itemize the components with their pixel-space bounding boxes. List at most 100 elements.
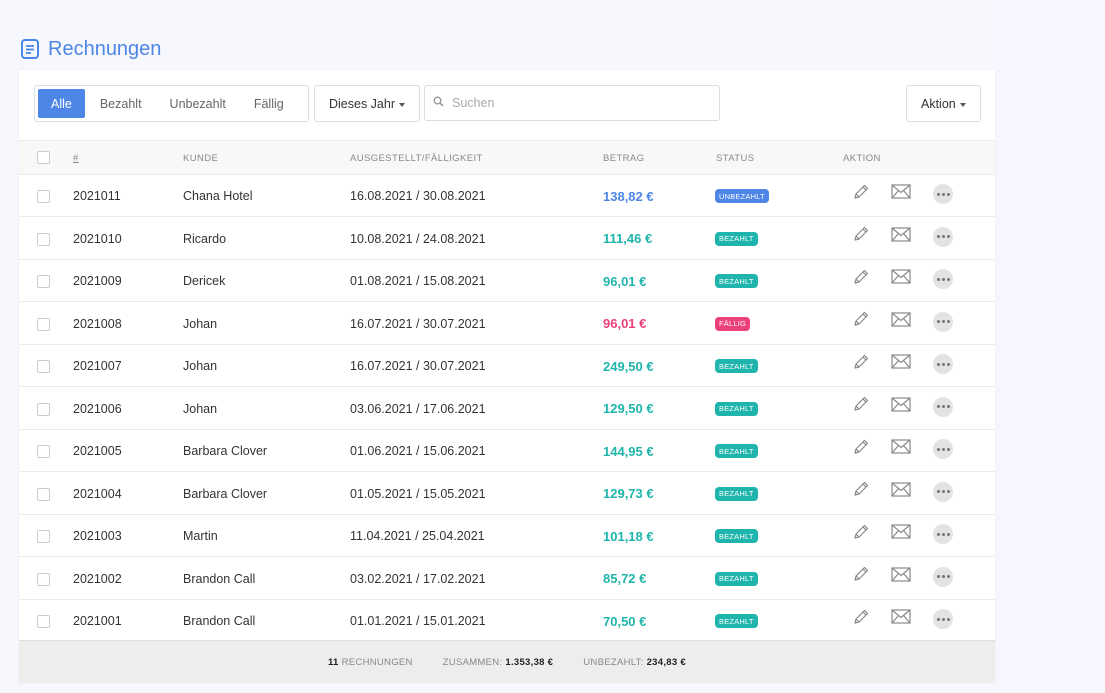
row-checkbox[interactable] bbox=[37, 360, 50, 373]
more-options-button[interactable] bbox=[932, 311, 954, 333]
invoice-number[interactable]: 2021001 bbox=[73, 600, 122, 642]
row-checkbox[interactable] bbox=[37, 232, 50, 246]
invoice-amount: 129,50 € bbox=[603, 401, 654, 416]
invoice-number[interactable]: 2021007 bbox=[73, 345, 122, 387]
search-input[interactable] bbox=[452, 96, 702, 110]
edit-button[interactable] bbox=[850, 183, 872, 205]
table-row[interactable]: 2021008 Johan 16.07.2021 / 30.07.2021 96,01… bbox=[19, 303, 995, 345]
caret-down-icon bbox=[399, 102, 405, 107]
status-badge: BEZAHLT bbox=[715, 571, 758, 586]
send-email-button[interactable] bbox=[890, 311, 912, 333]
more-options-button[interactable] bbox=[932, 396, 954, 418]
send-email-button[interactable] bbox=[890, 353, 912, 375]
row-checkbox[interactable] bbox=[37, 402, 50, 416]
more-icon bbox=[933, 481, 953, 502]
more-options-button[interactable] bbox=[932, 268, 954, 290]
send-email-button[interactable] bbox=[890, 268, 912, 290]
header-amount: BETRAG bbox=[603, 153, 645, 164]
invoice-number[interactable]: 2021005 bbox=[73, 430, 122, 472]
edit-button[interactable] bbox=[850, 608, 872, 630]
invoice-amount: 96,01 € bbox=[603, 316, 647, 331]
header-number[interactable]: # bbox=[73, 153, 79, 164]
invoice-dates: 10.08.2021 / 24.08.2021 bbox=[350, 231, 486, 246]
page-title-text: Rechnungen bbox=[48, 37, 162, 60]
more-icon bbox=[933, 439, 953, 459]
more-options-button[interactable] bbox=[932, 566, 954, 588]
invoice-dates: 01.06.2021 / 15.06.2021 bbox=[350, 444, 486, 458]
edit-button[interactable] bbox=[850, 523, 872, 545]
more-options-button[interactable] bbox=[932, 608, 954, 630]
table-row[interactable]: 2021010 Ricardo 10.08.2021 / 24.08.2021 111… bbox=[19, 218, 995, 260]
status-badge: BEZAHLT bbox=[715, 359, 758, 373]
more-options-button[interactable] bbox=[932, 226, 954, 248]
row-checkbox[interactable] bbox=[37, 445, 50, 458]
table-header: # KUNDE AUSGESTELLT/FÄLLIGKEIT BETRAG ST… bbox=[19, 140, 995, 175]
table-row[interactable]: 2021002 Brandon Call 03.02.2021 / 17.02.20… bbox=[19, 558, 995, 600]
pencil-icon bbox=[852, 565, 870, 588]
period-dropdown[interactable]: Dieses Jahr bbox=[314, 85, 420, 122]
row-checkbox[interactable] bbox=[37, 487, 50, 501]
edit-button[interactable] bbox=[850, 438, 872, 460]
invoice-number[interactable]: 2021008 bbox=[73, 303, 122, 345]
action-dropdown[interactable]: Aktion bbox=[906, 85, 981, 122]
more-options-button[interactable] bbox=[932, 438, 954, 460]
pencil-icon bbox=[852, 225, 870, 248]
send-email-button[interactable] bbox=[890, 481, 912, 503]
edit-button[interactable] bbox=[850, 566, 872, 588]
edit-button[interactable] bbox=[850, 481, 872, 503]
send-email-button[interactable] bbox=[890, 438, 912, 460]
filter-tab-alle[interactable]: Alle bbox=[38, 89, 85, 118]
row-checkbox[interactable] bbox=[37, 572, 50, 586]
send-email-button[interactable] bbox=[890, 608, 912, 630]
table-row[interactable]: 2021009 Dericek 01.08.2021 / 15.08.2021 96,… bbox=[19, 260, 995, 302]
customer-name: Johan bbox=[183, 359, 218, 373]
filter-tab-bezahlt[interactable]: Bezahlt bbox=[87, 89, 155, 118]
edit-button[interactable] bbox=[850, 226, 872, 248]
edit-button[interactable] bbox=[850, 268, 872, 290]
invoice-number[interactable]: 2021006 bbox=[73, 388, 122, 430]
edit-button[interactable] bbox=[850, 311, 872, 333]
invoice-number[interactable]: 2021004 bbox=[73, 473, 122, 515]
row-checkbox[interactable] bbox=[37, 275, 50, 288]
row-checkbox[interactable] bbox=[37, 190, 50, 203]
send-email-button[interactable] bbox=[890, 226, 912, 248]
invoice-number[interactable]: 2021003 bbox=[73, 515, 122, 557]
send-email-button[interactable] bbox=[890, 396, 912, 418]
more-options-button[interactable] bbox=[932, 523, 954, 545]
more-options-button[interactable] bbox=[932, 353, 954, 375]
table-row[interactable]: 2021006 Johan 03.06.2021 / 17.06.2021 129,5… bbox=[19, 388, 995, 430]
table-row[interactable]: 2021001 Brandon Call 01.01.2021 / 15.01.20… bbox=[19, 600, 995, 642]
edit-button[interactable] bbox=[850, 353, 872, 375]
customer-name: Barbara Clover bbox=[183, 486, 268, 501]
row-checkbox[interactable] bbox=[37, 615, 50, 628]
table-row[interactable]: 2021004 Barbara Clover 01.05.2021 / 15.05.… bbox=[19, 473, 995, 515]
send-email-button[interactable] bbox=[890, 523, 912, 545]
table-row[interactable]: 2021011 Chana Hotel 16.08.2021 / 30.08.202… bbox=[19, 175, 995, 217]
envelope-icon bbox=[891, 524, 911, 544]
select-all-checkbox[interactable] bbox=[37, 151, 50, 164]
row-checkbox[interactable] bbox=[37, 530, 50, 543]
filter-tab-faellig[interactable]: Fällig bbox=[241, 89, 297, 118]
invoice-number[interactable]: 2021002 bbox=[73, 558, 122, 600]
table-row[interactable]: 2021005 Barbara Clover 01.06.2021 / 15.06.… bbox=[19, 430, 995, 472]
table-row[interactable]: 2021007 Johan 16.07.2021 / 30.07.2021 249,5… bbox=[19, 345, 995, 387]
invoice-number[interactable]: 2021009 bbox=[73, 260, 122, 302]
status-badge: BEZAHLT bbox=[715, 444, 758, 458]
customer-name: Ricardo bbox=[183, 231, 227, 246]
send-email-button[interactable] bbox=[890, 566, 912, 588]
more-options-button[interactable] bbox=[932, 183, 954, 205]
pencil-icon bbox=[852, 268, 870, 291]
more-options-button[interactable] bbox=[932, 481, 954, 503]
row-checkbox[interactable] bbox=[37, 317, 50, 331]
edit-button[interactable] bbox=[850, 396, 872, 418]
send-email-button[interactable] bbox=[890, 183, 912, 205]
table-row[interactable]: 2021003 Martin 11.04.2021 / 25.04.2021 101,… bbox=[19, 515, 995, 557]
invoice-dates: 03.06.2021 / 17.06.2021 bbox=[350, 401, 486, 416]
filter-tab-unbezahlt[interactable]: Unbezahlt bbox=[157, 89, 239, 118]
header-dates: AUSGESTELLT/FÄLLIGKEIT bbox=[350, 153, 483, 164]
invoice-amount: 85,72 € bbox=[603, 571, 647, 586]
invoice-number[interactable]: 2021011 bbox=[73, 175, 121, 217]
invoice-amount: 96,01 € bbox=[603, 273, 647, 289]
footer-unpaid: UNBEZAHLT: 234,83 € bbox=[583, 656, 686, 668]
invoice-number[interactable]: 2021010 bbox=[73, 218, 122, 260]
